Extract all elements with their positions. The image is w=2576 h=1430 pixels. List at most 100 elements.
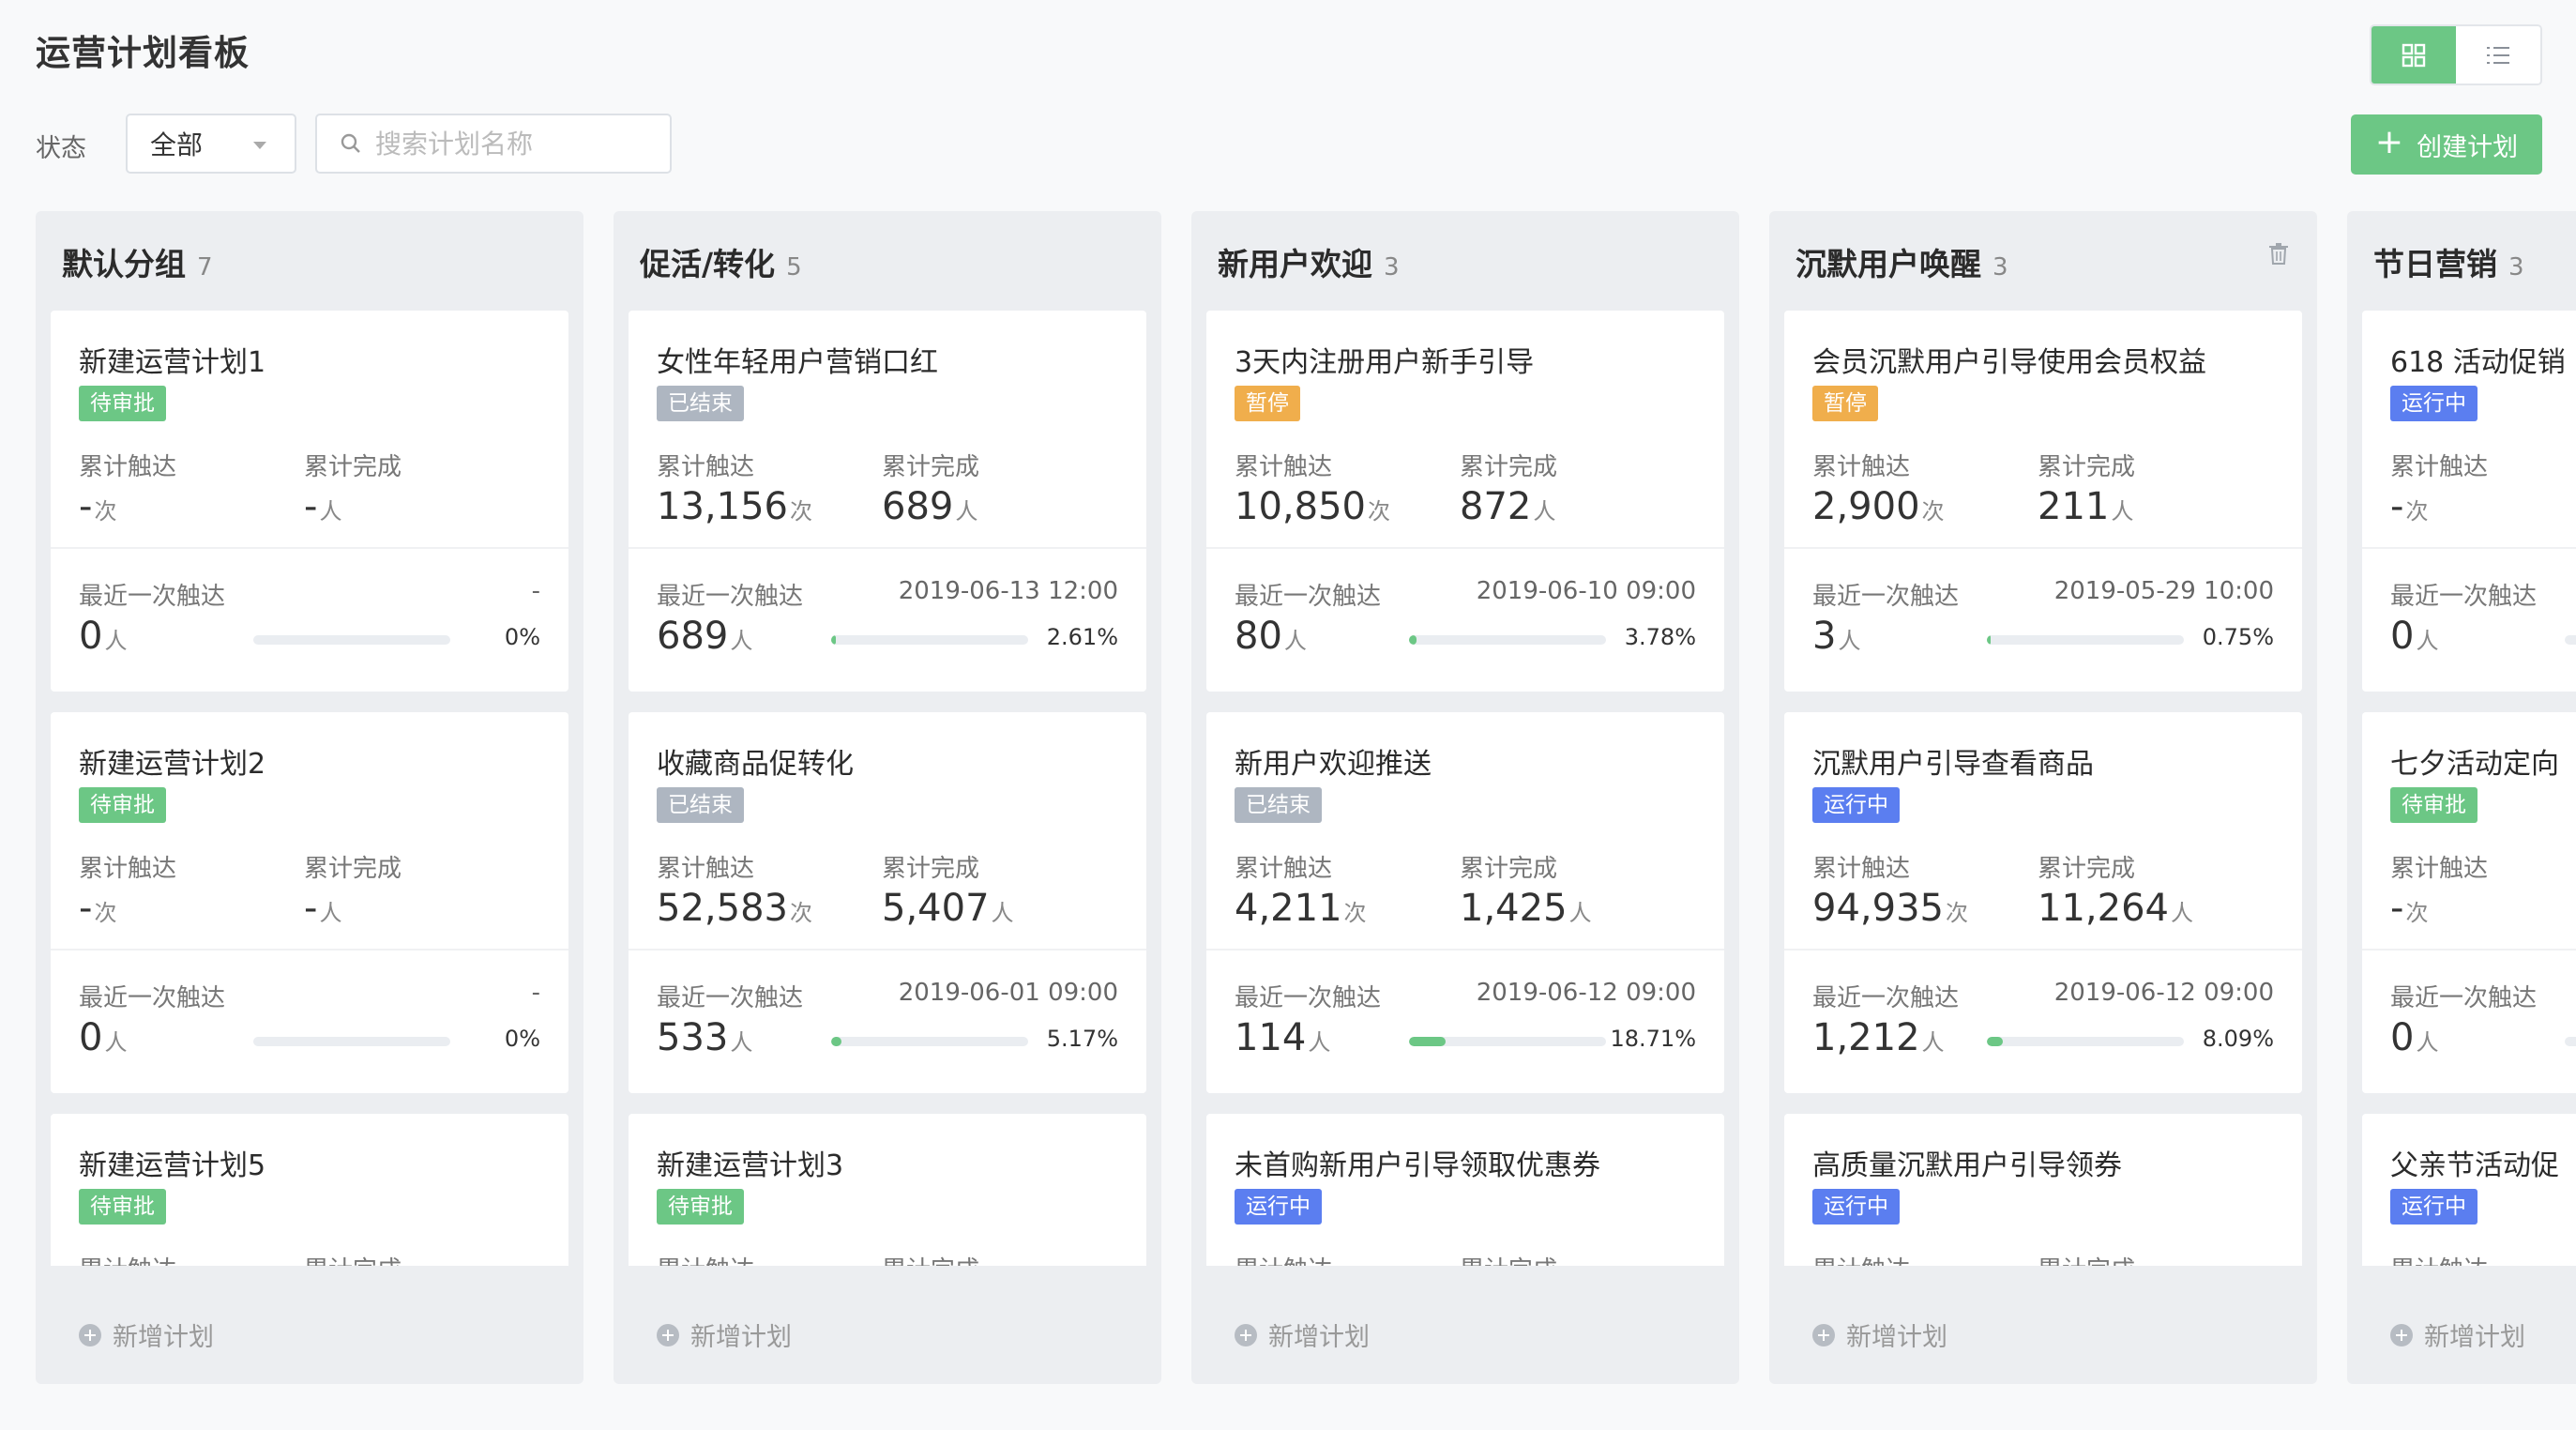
unit-people: 人 xyxy=(2416,628,2439,654)
total-complete-value: 5,407人 xyxy=(882,887,1014,930)
total-reach-value: -次 xyxy=(79,485,116,528)
recent-reach-label: 最近一次触达 xyxy=(79,583,226,611)
unit-people: 人 xyxy=(955,498,978,525)
total-reach-number: 13,156 xyxy=(657,485,788,528)
progress-fill xyxy=(1987,635,1991,645)
unit-times: 次 xyxy=(94,900,117,926)
card-summary: 高质量沉默用户引导领券运行中累计触达累计完成47,325次2,189人 xyxy=(1784,1114,2302,1266)
total-complete-number: - xyxy=(304,887,318,930)
progress-bar xyxy=(831,635,1028,645)
total-reach-label: 累计触达 xyxy=(1235,855,1333,883)
total-reach-label: 累计触达 xyxy=(1235,1251,1332,1266)
column-name: 新用户欢迎 xyxy=(1218,246,1372,282)
search-input[interactable] xyxy=(375,128,657,160)
trash-icon[interactable] xyxy=(2268,243,2289,269)
plan-card[interactable]: 3天内注册用户新手引导 暂停 累计触达 累计完成 10,850次 872人 最近一次触达 20… xyxy=(1206,311,1724,692)
column-1: 默认分组 7 新建运营计划1 待审批 累计触达 累计完成 -次 -人 最近一次触达 -0人 0% 新建… xyxy=(36,211,583,1384)
column-count: 3 xyxy=(1384,253,1400,281)
total-reach-value: 13,156次 xyxy=(657,485,812,528)
total-reach-label: 累计触达 xyxy=(79,855,177,883)
progress-bar xyxy=(1987,635,2184,645)
total-reach-label: 累计触达 xyxy=(1812,1251,1910,1266)
total-complete-label: 累计完成 xyxy=(304,453,402,481)
unit-times: 次 xyxy=(1945,900,1968,926)
status-select[interactable]: 全部 xyxy=(126,114,296,174)
add-plan-button[interactable]: 新增计划 xyxy=(2390,1316,2525,1353)
plan-name: 父亲节活动促 xyxy=(2390,1149,2559,1182)
total-complete-number: 11,264 xyxy=(2038,887,2169,930)
add-plan-button[interactable]: 新增计划 xyxy=(1235,1316,1370,1353)
plan-card[interactable]: 未首购新用户引导领取优惠券运行中累计触达累计完成4,211次1,225人 xyxy=(1206,1114,1724,1266)
status-select-value: 全部 xyxy=(150,129,204,160)
total-reach-value: -次 xyxy=(2390,887,2428,930)
card-list: 会员沉默用户引导使用会员权益 暂停 累计触达 累计完成 2,900次 211人 最近一次触达… xyxy=(1784,311,2302,1266)
recent-reach-value: 533人 xyxy=(657,1016,752,1059)
total-complete-label: 累计完成 xyxy=(1460,453,1558,481)
plus-circle-icon xyxy=(1235,1323,1257,1346)
card-summary: 新建运营计划3 待审批累计触达 累计完成 xyxy=(629,1114,1146,1266)
total-reach-value: -次 xyxy=(79,887,116,930)
plan-name: 618 活动促销 xyxy=(2390,346,2566,379)
plan-card[interactable]: 七夕活动定向待审批累计触达累计完成-次最近一次触达0人 xyxy=(2362,712,2576,1093)
total-complete-label: 累计完成 xyxy=(304,855,402,883)
recent-reach-number: 80 xyxy=(1235,615,1282,658)
plan-card[interactable]: 女性年轻用户营销口红 已结束 累计触达 累计完成 13,156次 689人 最近一次触达 20… xyxy=(629,311,1146,692)
unit-people: 人 xyxy=(1283,628,1307,654)
recent-reach-number: 0 xyxy=(2390,615,2415,658)
plan-card[interactable]: 会员沉默用户引导使用会员权益 暂停 累计触达 累计完成 2,900次 211人 最近一次触达… xyxy=(1784,311,2302,692)
search-box[interactable] xyxy=(315,114,672,174)
total-reach-label: 累计触达 xyxy=(657,855,755,883)
progress-percent: 5.17% xyxy=(1046,1026,1118,1052)
recent-reach-time: - xyxy=(531,577,540,605)
plan-name: 收藏商品促转化 xyxy=(657,748,854,781)
plan-name: 未首购新用户引导领取优惠券 xyxy=(1235,1149,1600,1182)
create-plan-button[interactable]: + 创建计划 xyxy=(2351,114,2542,175)
unit-people: 人 xyxy=(2170,900,2193,926)
total-reach-value: 4,211次 xyxy=(1235,887,1367,930)
recent-reach-number: 533 xyxy=(657,1016,729,1059)
list-view-button[interactable] xyxy=(2456,26,2540,84)
total-complete-value: 689人 xyxy=(882,485,977,528)
plan-card[interactable]: 收藏商品促转化 已结束 累计触达 累计完成 52,583次 5,407人 最近一次触达 201… xyxy=(629,712,1146,1093)
plan-card[interactable]: 新建运营计划1 待审批 累计触达 累计完成 -次 -人 最近一次触达 -0人 0% xyxy=(51,311,568,692)
plan-card[interactable]: 高质量沉默用户引导领券运行中累计触达累计完成47,325次2,189人 xyxy=(1784,1114,2302,1266)
column-2: 促活/转化 5 女性年轻用户营销口红 已结束 累计触达 累计完成 13,156次 689人 最近… xyxy=(614,211,1161,1384)
plan-card[interactable]: 新建运营计划3 待审批累计触达 累计完成 xyxy=(629,1114,1146,1266)
recent-reach-label: 最近一次触达 xyxy=(2390,583,2538,611)
plan-name: 新建运营计划5 xyxy=(79,1149,266,1182)
plan-card[interactable]: 618 活动促销运行中累计触达累计完成-次最近一次触达0人 xyxy=(2362,311,2576,692)
plan-card[interactable]: 新用户欢迎推送 已结束 累计触达 累计完成 4,211次 1,425人 最近一次触达 2019… xyxy=(1206,712,1724,1093)
recent-reach-label: 最近一次触达 xyxy=(1812,984,1960,1012)
total-reach-value: 2,900次 xyxy=(1812,485,1945,528)
total-reach-label: 累计触达 xyxy=(657,453,755,481)
unit-times: 次 xyxy=(2405,900,2429,926)
progress-percent: 0% xyxy=(504,624,540,650)
add-plan-button[interactable]: 新增计划 xyxy=(657,1316,792,1353)
total-reach-label: 累计触达 xyxy=(2390,855,2489,883)
unit-people: 人 xyxy=(1533,498,1556,525)
card-list: 618 活动促销运行中累计触达累计完成-次最近一次触达0人七夕活动定向待审批累计… xyxy=(2362,311,2576,1266)
status-badge: 暂停 xyxy=(1235,386,1300,421)
recent-reach-time: 2019-06-10 09:00 xyxy=(1476,577,1696,605)
grid-view-button[interactable] xyxy=(2371,26,2456,84)
caret-down-icon xyxy=(253,142,266,149)
add-plan-button[interactable]: 新增计划 xyxy=(79,1316,214,1353)
status-badge: 待审批 xyxy=(657,1189,744,1225)
plan-card[interactable]: 沉默用户引导查看商品 运行中 累计触达 累计完成 94,935次 11,264人 最近一次触… xyxy=(1784,712,2302,1093)
recent-reach-time: 2019-05-29 10:00 xyxy=(2053,577,2274,605)
unit-people: 人 xyxy=(319,900,342,926)
card-summary: 沉默用户引导查看商品 运行中 累计触达 累计完成 94,935次 11,264人 xyxy=(1784,712,2302,951)
add-plan-button[interactable]: 新增计划 xyxy=(1812,1316,1947,1353)
plan-card[interactable]: 新建运营计划2 待审批 累计触达 累计完成 -次 -人 最近一次触达 -0人 0% xyxy=(51,712,568,1093)
recent-reach-label: 最近一次触达 xyxy=(657,583,804,611)
status-badge: 运行中 xyxy=(2390,386,2478,421)
recent-reach-number: 689 xyxy=(657,615,729,658)
plan-card[interactable]: 父亲节活动促运行中累计触达累计完成 xyxy=(2362,1114,2576,1266)
plan-card[interactable]: 新建运营计划5待审批累计触达累计完成-次-人 xyxy=(51,1114,568,1266)
total-complete-number: 5,407 xyxy=(882,887,990,930)
unit-people: 人 xyxy=(1308,1029,1331,1056)
plan-name: 新用户欢迎推送 xyxy=(1235,748,1432,781)
grid-icon xyxy=(2402,43,2426,67)
card-list: 新建运营计划1 待审批 累计触达 累计完成 -次 -人 最近一次触达 -0人 0% 新建运营计划2… xyxy=(51,311,568,1266)
status-badge: 运行中 xyxy=(1812,1189,1900,1225)
